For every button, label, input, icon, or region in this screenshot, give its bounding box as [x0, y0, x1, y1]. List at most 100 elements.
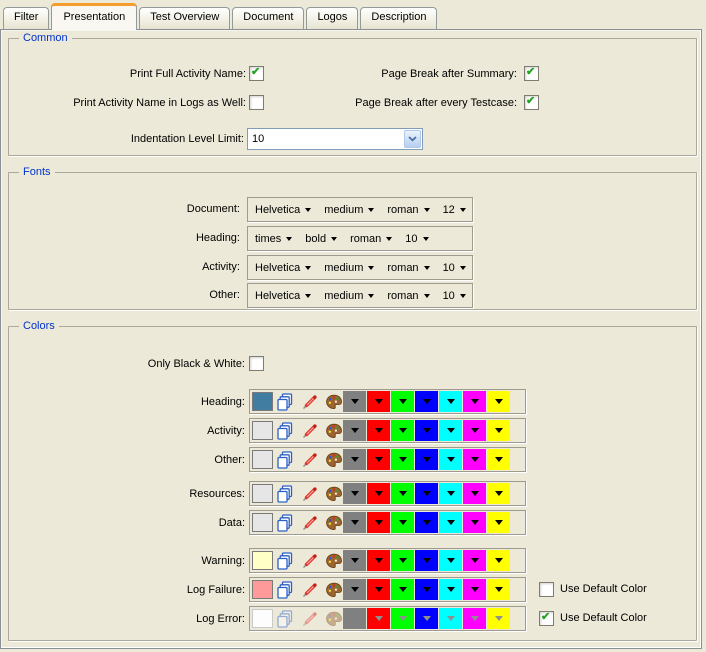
palette-icon[interactable] [325, 610, 343, 628]
tab-logos[interactable]: Logos [306, 7, 358, 29]
color-dropdown-cyan[interactable] [439, 608, 462, 629]
font-slant-dropdown[interactable]: roman [350, 233, 392, 245]
color-dropdown-green[interactable] [391, 579, 414, 600]
color-dropdown-gray[interactable] [343, 550, 366, 571]
color-dropdown-magenta[interactable] [463, 420, 486, 441]
copy-color-icon[interactable] [277, 514, 295, 532]
color-dropdown-red[interactable] [367, 449, 390, 470]
current-color-swatch[interactable] [252, 450, 273, 469]
color-dropdown-magenta[interactable] [463, 550, 486, 571]
font-weight-dropdown[interactable]: medium [324, 262, 374, 274]
palette-icon[interactable] [325, 422, 343, 440]
palette-icon[interactable] [325, 485, 343, 503]
color-dropdown-green[interactable] [391, 550, 414, 571]
checkbox-use-default-color[interactable] [539, 611, 554, 626]
color-dropdown-green[interactable] [391, 483, 414, 504]
color-dropdown-gray[interactable] [343, 512, 366, 533]
eyedropper-icon[interactable] [301, 610, 319, 628]
color-dropdown-gray[interactable] [343, 579, 366, 600]
palette-icon[interactable] [325, 581, 343, 599]
color-dropdown-blue[interactable] [415, 579, 438, 600]
color-dropdown-gray[interactable] [343, 391, 366, 412]
checkbox-page-break-after-summary[interactable] [524, 66, 539, 81]
color-dropdown-red[interactable] [367, 579, 390, 600]
color-dropdown-blue[interactable] [415, 420, 438, 441]
eyedropper-icon[interactable] [301, 514, 319, 532]
combo-dropdown-button[interactable] [404, 130, 421, 148]
color-dropdown-blue[interactable] [415, 483, 438, 504]
color-dropdown-cyan[interactable] [439, 449, 462, 470]
color-dropdown-gray[interactable] [343, 608, 366, 629]
checkbox-page-break-after-every-testcase[interactable] [524, 95, 539, 110]
color-dropdown-red[interactable] [367, 608, 390, 629]
font-size-dropdown[interactable]: 10 [443, 290, 466, 302]
color-dropdown-red[interactable] [367, 391, 390, 412]
color-dropdown-magenta[interactable] [463, 391, 486, 412]
checkbox-use-default-color[interactable] [539, 582, 554, 597]
font-weight-dropdown[interactable]: medium [324, 204, 374, 216]
color-dropdown-yellow[interactable] [487, 579, 510, 600]
color-dropdown-blue[interactable] [415, 550, 438, 571]
color-dropdown-yellow[interactable] [487, 391, 510, 412]
color-dropdown-gray[interactable] [343, 449, 366, 470]
color-dropdown-magenta[interactable] [463, 449, 486, 470]
eyedropper-icon[interactable] [301, 581, 319, 599]
font-weight-dropdown[interactable]: bold [305, 233, 337, 245]
font-family-dropdown[interactable]: Helvetica [255, 262, 311, 274]
color-dropdown-yellow[interactable] [487, 449, 510, 470]
color-dropdown-gray[interactable] [343, 420, 366, 441]
current-color-swatch[interactable] [252, 551, 273, 570]
current-color-swatch[interactable] [252, 580, 273, 599]
eyedropper-icon[interactable] [301, 552, 319, 570]
font-slant-dropdown[interactable]: roman [387, 262, 429, 274]
tab-test-overview[interactable]: Test Overview [139, 7, 230, 29]
font-slant-dropdown[interactable]: roman [387, 204, 429, 216]
color-dropdown-red[interactable] [367, 483, 390, 504]
current-color-swatch[interactable] [252, 421, 273, 440]
color-dropdown-blue[interactable] [415, 608, 438, 629]
palette-icon[interactable] [325, 514, 343, 532]
color-dropdown-magenta[interactable] [463, 483, 486, 504]
current-color-swatch[interactable] [252, 513, 273, 532]
color-dropdown-yellow[interactable] [487, 608, 510, 629]
color-dropdown-cyan[interactable] [439, 483, 462, 504]
color-dropdown-magenta[interactable] [463, 579, 486, 600]
color-dropdown-yellow[interactable] [487, 512, 510, 533]
color-dropdown-cyan[interactable] [439, 420, 462, 441]
eyedropper-icon[interactable] [301, 422, 319, 440]
palette-icon[interactable] [325, 451, 343, 469]
color-dropdown-red[interactable] [367, 512, 390, 533]
font-size-dropdown[interactable]: 10 [443, 262, 466, 274]
color-dropdown-red[interactable] [367, 550, 390, 571]
checkbox-only-black-and-white[interactable] [249, 356, 264, 371]
current-color-swatch[interactable] [252, 484, 273, 503]
current-color-swatch[interactable] [252, 609, 273, 628]
font-weight-dropdown[interactable]: medium [324, 290, 374, 302]
color-dropdown-cyan[interactable] [439, 512, 462, 533]
copy-color-icon[interactable] [277, 485, 295, 503]
color-dropdown-blue[interactable] [415, 449, 438, 470]
font-family-dropdown[interactable]: Helvetica [255, 204, 311, 216]
copy-color-icon[interactable] [277, 552, 295, 570]
font-size-dropdown[interactable]: 12 [443, 204, 466, 216]
font-slant-dropdown[interactable]: roman [387, 290, 429, 302]
color-dropdown-blue[interactable] [415, 512, 438, 533]
font-family-dropdown[interactable]: Helvetica [255, 290, 311, 302]
color-dropdown-cyan[interactable] [439, 579, 462, 600]
font-family-dropdown[interactable]: times [255, 233, 292, 245]
indentation-level-combobox[interactable]: 10 [247, 128, 423, 150]
checkbox-print-full-activity-name[interactable] [249, 66, 264, 81]
color-dropdown-magenta[interactable] [463, 512, 486, 533]
copy-color-icon[interactable] [277, 451, 295, 469]
palette-icon[interactable] [325, 393, 343, 411]
color-dropdown-cyan[interactable] [439, 391, 462, 412]
copy-color-icon[interactable] [277, 581, 295, 599]
color-dropdown-yellow[interactable] [487, 550, 510, 571]
eyedropper-icon[interactable] [301, 393, 319, 411]
color-dropdown-green[interactable] [391, 449, 414, 470]
eyedropper-icon[interactable] [301, 451, 319, 469]
color-dropdown-blue[interactable] [415, 391, 438, 412]
color-dropdown-green[interactable] [391, 420, 414, 441]
color-dropdown-yellow[interactable] [487, 483, 510, 504]
color-dropdown-yellow[interactable] [487, 420, 510, 441]
